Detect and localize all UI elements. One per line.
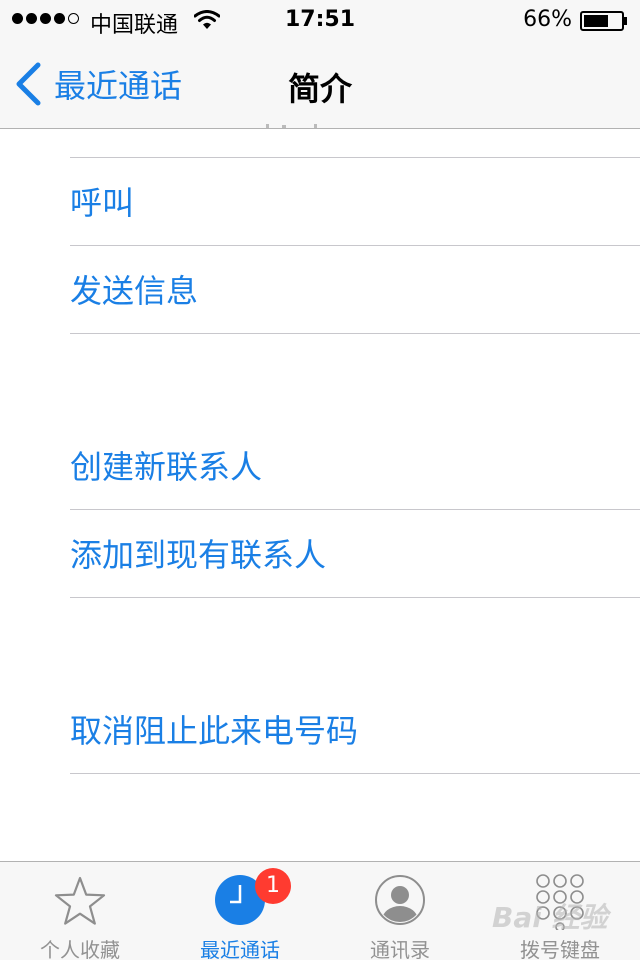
screen: 中国联通 17:51 66% 最近通话 简介 呼叫 发送信息 创建新联系人 添加…	[0, 0, 640, 960]
tab-recents-label: 最近通话	[200, 938, 280, 960]
battery-icon	[580, 11, 627, 31]
tab-bar: 个人收藏 1 最近通话 通讯录 拨号键盘	[0, 861, 640, 960]
separator	[70, 773, 640, 774]
tab-recents[interactable]: 1 最近通话	[160, 862, 320, 960]
tab-favorites[interactable]: 个人收藏	[0, 862, 160, 960]
unblock-caller-action[interactable]: 取消阻止此来电号码	[70, 686, 640, 772]
send-message-action[interactable]: 发送信息	[70, 246, 640, 332]
create-new-contact-action[interactable]: 创建新联系人	[70, 422, 640, 508]
add-to-existing-contact-action[interactable]: 添加到现有联系人	[70, 510, 640, 596]
keypad-icon	[536, 874, 584, 930]
contacts-icon	[375, 875, 425, 925]
tab-keypad-label: 拨号键盘	[520, 938, 600, 960]
call-action[interactable]: 呼叫	[70, 158, 640, 244]
separator	[70, 333, 640, 334]
page-title: 简介	[287, 70, 352, 108]
tab-contacts-label: 通讯录	[370, 938, 430, 960]
tab-contacts[interactable]: 通讯录	[320, 862, 480, 960]
scrolled-content-remnant	[266, 124, 317, 128]
star-icon	[54, 876, 106, 925]
navigation-bar: 最近通话 简介	[0, 40, 640, 129]
battery-percentage: 66%	[523, 7, 572, 32]
tab-keypad[interactable]: 拨号键盘	[480, 862, 640, 960]
tab-favorites-label: 个人收藏	[40, 938, 120, 960]
missed-calls-badge: 1	[255, 868, 291, 904]
status-bar: 中国联通 17:51 66%	[0, 0, 640, 40]
separator	[70, 597, 640, 598]
